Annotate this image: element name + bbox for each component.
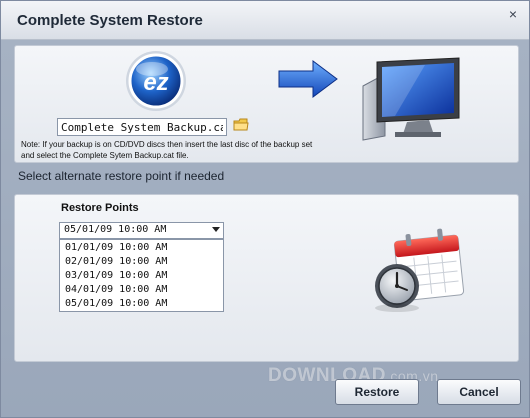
folder-icon[interactable]	[233, 118, 249, 132]
restore-button[interactable]: Restore	[335, 379, 419, 405]
restore-points-panel: Restore Points 05/01/09 10:00 AM 01/01/0…	[14, 194, 519, 362]
computer-monitor-icon	[362, 57, 460, 141]
blue-arrow-icon	[278, 60, 338, 98]
close-button[interactable]: ×	[505, 6, 521, 22]
restore-point-dropdown[interactable]: 05/01/09 10:00 AM	[59, 222, 224, 239]
restore-point-list[interactable]: 01/01/09 10:00 AM 02/01/09 10:00 AM 03/0…	[59, 239, 224, 312]
restore-point-option[interactable]: 04/01/09 10:00 AM	[60, 283, 223, 297]
backup-panel: ez Complete System Backup.cat Note: If y…	[14, 45, 519, 163]
calendar-clock-icon	[375, 228, 465, 312]
restore-point-option[interactable]: 05/01/09 10:00 AM	[60, 297, 223, 311]
alternate-restore-label: Select alternate restore point if needed	[18, 169, 225, 183]
restore-point-option[interactable]: 01/01/09 10:00 AM	[60, 241, 223, 255]
title-bar: Complete System Restore ×	[1, 1, 529, 40]
svg-text:ez: ez	[143, 69, 168, 96]
restore-point-option[interactable]: 03/01/09 10:00 AM	[60, 269, 223, 283]
restore-point-option[interactable]: 02/01/09 10:00 AM	[60, 255, 223, 269]
dialog-title: Complete System Restore	[17, 12, 203, 29]
restore-points-label: Restore Points	[61, 202, 139, 214]
restore-dialog: Complete System Restore × ez Complete Sy…	[0, 0, 530, 418]
restore-point-selected: 05/01/09 10:00 AM	[64, 224, 167, 235]
chevron-down-icon[interactable]	[212, 227, 220, 232]
backup-note: Note: If your backup is on CD/DVD discs …	[21, 140, 313, 160]
cancel-button[interactable]: Cancel	[437, 379, 521, 405]
backup-file-field[interactable]	[57, 118, 227, 136]
ez-logo-icon: ez	[126, 51, 186, 111]
